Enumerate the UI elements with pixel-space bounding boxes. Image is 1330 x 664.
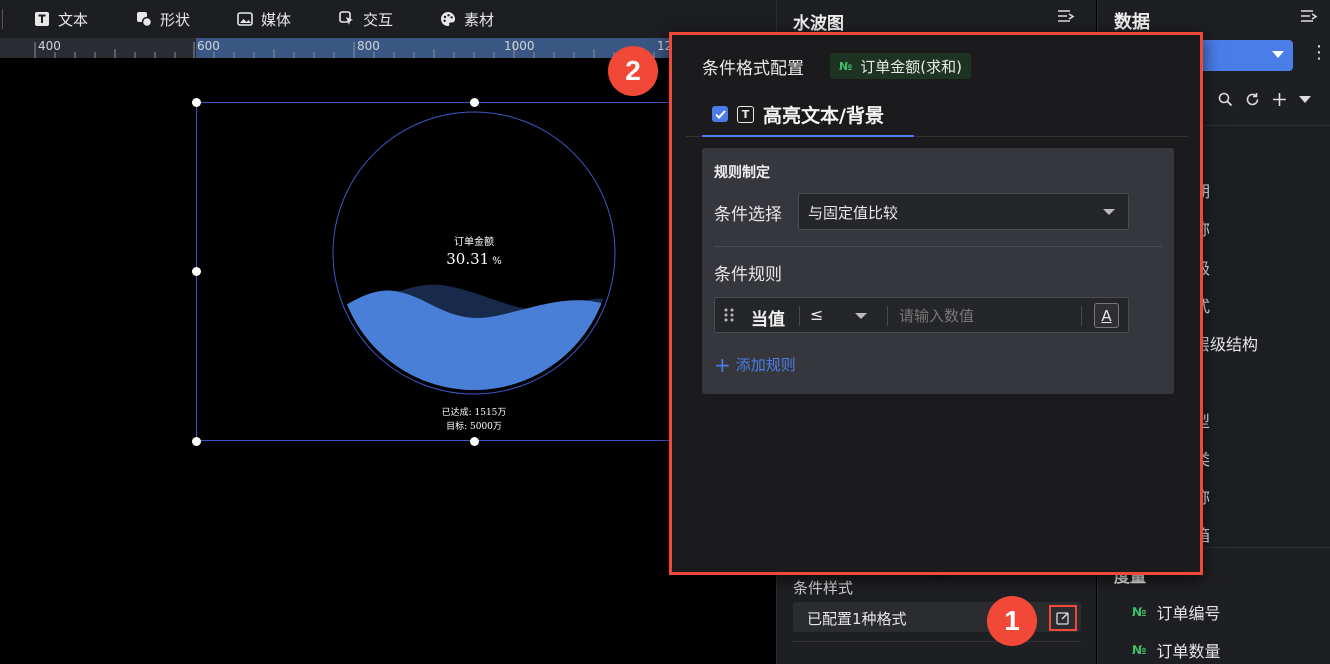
edit-icon — [1056, 612, 1069, 625]
palette-icon — [440, 11, 456, 27]
plus-icon: + — [714, 352, 731, 377]
divider — [1081, 306, 1082, 326]
measure-field-label: 订单数量 — [1156, 642, 1221, 661]
chart-metric-value: 30.31% — [404, 250, 544, 268]
ruler-label: 1000 — [504, 39, 535, 53]
field-tag-label: 订单金额(求和) — [860, 57, 962, 76]
field-tag: № 订单金额(求和) — [830, 53, 971, 79]
toolbar-divider — [2, 9, 3, 29]
toolbar-item-media[interactable]: 媒体 — [237, 0, 291, 38]
chevron-down-icon[interactable] — [855, 313, 867, 319]
callout-badge: 1 — [987, 596, 1037, 646]
resize-handle[interactable] — [470, 98, 479, 107]
callout-badge: 2 — [608, 46, 658, 96]
resize-handle[interactable] — [192, 267, 201, 276]
interact-icon — [339, 11, 355, 27]
dimension-field[interactable]: 层级结构 — [1194, 331, 1258, 355]
search-icon[interactable] — [1218, 92, 1233, 107]
design-canvas[interactable]: 订单金额 30.31% 已达成: 1515万 目标: 5000万 — [0, 58, 776, 664]
text-style-button[interactable]: A — [1094, 303, 1119, 328]
resize-handle[interactable] — [192, 437, 201, 446]
chart-value-text: 30.31 — [446, 250, 490, 268]
ruler-label: 800 — [357, 39, 380, 53]
number-type-icon: № — [1132, 605, 1147, 619]
text-format-icon: T — [737, 105, 754, 123]
caret-down-icon[interactable] — [1299, 95, 1311, 104]
horizontal-ruler: 400 600 800 1000 12 — [0, 38, 776, 58]
toolbar-item-assets[interactable]: 素材 — [440, 0, 494, 38]
toolbar-item-label: 形状 — [160, 10, 191, 29]
panel-title: 数据 — [1114, 12, 1150, 33]
rule-card: 规则制定 条件选择 与固定值比较 条件规则 当值 ≤ A + 添加规则 — [702, 148, 1174, 394]
toolbar-item-label: 媒体 — [261, 10, 292, 29]
dataset-select[interactable] — [1198, 40, 1293, 71]
condition-select[interactable]: 与固定值比较 — [798, 193, 1129, 230]
condition-style-label: 条件样式 — [793, 579, 854, 597]
condition-style-field[interactable]: 已配置1种格式 — [793, 602, 1081, 632]
more-vertical-icon[interactable]: ⋮ — [1310, 44, 1328, 62]
resize-handle[interactable] — [192, 98, 201, 107]
measure-field[interactable]: № 订单数量 — [1132, 638, 1220, 662]
text-icon — [34, 11, 50, 27]
rule-card-title: 规则制定 — [714, 165, 770, 181]
divider — [887, 306, 888, 326]
edit-condition-button[interactable] — [1049, 605, 1077, 631]
field-actions — [1218, 92, 1311, 107]
add-rule-label: 添加规则 — [735, 356, 796, 374]
top-toolbar: 文本 形状 媒体 交互 素材 — [0, 0, 776, 38]
toolbar-item-label: 文本 — [58, 10, 89, 29]
chevron-down-icon — [1103, 209, 1115, 215]
media-icon — [237, 11, 253, 27]
drag-handle-icon[interactable] — [723, 307, 735, 323]
divider — [793, 641, 1081, 642]
ruler-label: 400 — [38, 39, 61, 53]
chart-metric-label: 订单金额 — [454, 237, 494, 248]
measure-field[interactable]: № 订单编号 — [1132, 600, 1220, 624]
chart-value-unit: % — [492, 256, 502, 267]
operator-select[interactable]: ≤ — [810, 305, 823, 324]
condition-select-value: 与固定值比较 — [808, 204, 899, 222]
divider — [799, 306, 800, 326]
number-type-icon: № — [839, 59, 853, 73]
toolbar-item-shape[interactable]: 形状 — [136, 0, 190, 38]
resize-handle[interactable] — [470, 437, 479, 446]
condition-rules-label: 条件规则 — [714, 265, 782, 285]
enable-checkbox[interactable] — [712, 106, 728, 122]
toolbar-item-label: 素材 — [464, 10, 495, 29]
collapse-panel-icon[interactable] — [1057, 9, 1075, 29]
toolbar-item-label: 交互 — [363, 10, 394, 29]
format-tabs: T 高亮文本/背景 — [686, 93, 1188, 137]
rule-value-input[interactable] — [899, 302, 1079, 329]
toolbar-item-text[interactable]: 文本 — [34, 0, 88, 38]
condition-rule-row: 当值 ≤ A — [714, 297, 1129, 333]
number-type-icon: № — [1132, 643, 1147, 657]
check-icon — [714, 109, 726, 119]
chevron-down-icon — [1272, 51, 1284, 58]
panel-title: 水波图 — [793, 14, 844, 34]
measure-field-label: 订单编号 — [1156, 604, 1221, 623]
add-rule-button[interactable]: + 添加规则 — [714, 354, 796, 375]
ruler-label: 600 — [197, 39, 220, 53]
chart-target: 目标: 5000万 — [446, 422, 502, 432]
tab-label: 高亮文本/背景 — [763, 104, 884, 127]
condition-select-label: 条件选择 — [714, 205, 782, 225]
divider — [714, 246, 1162, 247]
chart-achieved: 已达成: 1515万 — [441, 408, 507, 418]
toolbar-item-interact[interactable]: 交互 — [339, 0, 393, 38]
tab-highlight-text-background[interactable]: T 高亮文本/背景 — [702, 93, 914, 137]
conditional-format-popover: 条件格式配置 № 订单金额(求和) T 高亮文本/背景 规则制定 条件选择 与固… — [669, 32, 1203, 575]
refresh-icon[interactable] — [1245, 92, 1260, 107]
shape-icon — [136, 11, 152, 27]
collapse-panel-icon[interactable] — [1300, 9, 1318, 29]
condition-style-value: 已配置1种格式 — [807, 610, 907, 628]
popover-title: 条件格式配置 — [702, 59, 804, 79]
rule-value-label: 当值 — [751, 310, 785, 330]
add-icon[interactable] — [1272, 92, 1287, 107]
